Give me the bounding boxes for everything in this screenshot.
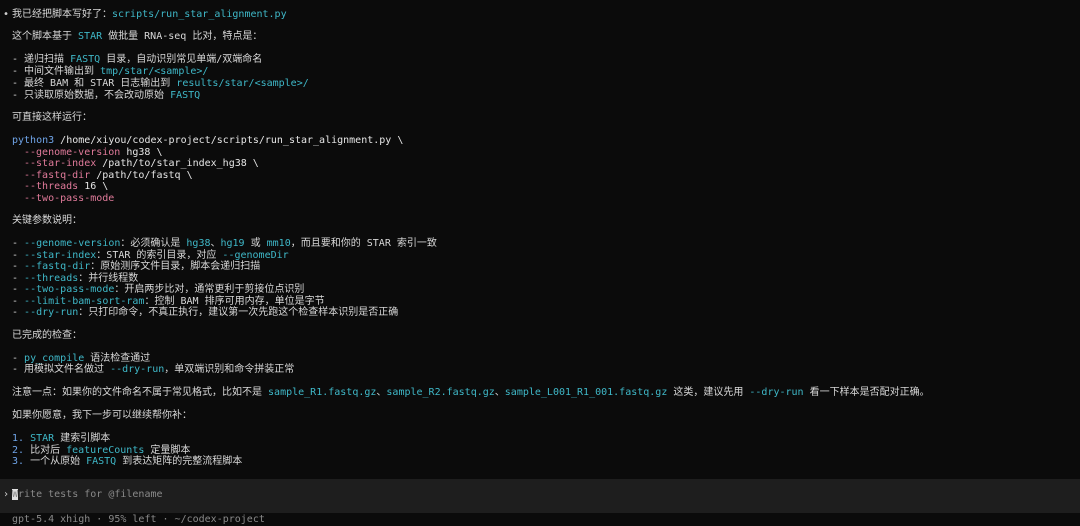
intro-line: 我已经把脚本写好了：scripts/run_star_alignment.py [12, 9, 287, 20]
param-item: - --two-pass-mode：开启两步比对，通常更利于剪接位点识别 [12, 284, 305, 295]
command-arg: --two-pass-mode [24, 193, 115, 204]
feature-3: - 最终 BAM 和 STAR 日志输出到 results/star/<samp… [12, 78, 309, 89]
feature-2: - 中间文件输出到 tmp/star/<sample>/ [12, 66, 209, 77]
checks-heading: 已完成的检查： [12, 330, 82, 341]
script-path: scripts/run_star_alignment.py [112, 9, 287, 20]
command-arg: --star-index /path/to/star_index_hg38 \ [24, 158, 259, 169]
param-item: - --threads：并行线程数 [12, 273, 139, 284]
composer-input[interactable]: › Write tests for @filename [0, 479, 1080, 513]
next-heading: 如果你愿意，我下一步可以继续帮你补： [12, 410, 192, 421]
param-item: - --fastq-dir：原始测序文件目录，脚本会递归扫描 [12, 261, 261, 272]
terminal-transcript: • 我已经把脚本写好了：scripts/run_star_alignment.p… [0, 0, 1080, 478]
param-item: - --star-index：STAR 的索引目录，对应 --genomeDir [12, 250, 289, 261]
command-line: python3 /home/xiyou/codex-project/script… [12, 135, 404, 146]
command-arg: --threads 16 \ [24, 181, 109, 192]
run-heading: 可直接这样运行： [12, 112, 92, 123]
command-arg: --genome-version hg38 \ [24, 147, 163, 158]
note-line: 注意一点：如果你的文件命名不属于常见格式，比如不是 sample_R1.fast… [12, 387, 930, 398]
next-item: 1. STAR 建索引脚本 [12, 433, 111, 444]
param-item: - --limit-bam-sort-ram：控制 BAM 排序可用内存，单位是… [12, 296, 325, 307]
next-item: 2. 比对后 featureCounts 定量脚本 [12, 445, 191, 456]
check-item: - 用模拟文件名做过 --dry-run，单双端识别和命令拼装正常 [12, 364, 295, 375]
check-item: - py_compile 语法检查通过 [12, 353, 151, 364]
prompt-chevron-icon: › [3, 489, 10, 500]
composer-placeholder[interactable]: Write tests for @filename [12, 489, 163, 501]
command-arg: --fastq-dir /path/to/fastq \ [24, 170, 193, 181]
param-item: - --dry-run：只打印命令，不真正执行，建议第一次先跑这个检查样本识别是… [12, 307, 399, 318]
message-bullet: • [3, 9, 10, 20]
feature-1: - 递归扫描 FASTQ 目录，自动识别常见单端/双端命名 [12, 54, 263, 65]
feature-4: - 只读取原始数据，不会改动原始 FASTQ [12, 90, 201, 101]
params-heading: 关键参数说明： [12, 215, 82, 226]
param-item: - --genome-version：必须确认是 hg38、hg19 或 mm1… [12, 238, 437, 249]
status-bar: gpt-5.4 xhigh · 95% left · ~/codex-proje… [12, 514, 265, 525]
desc-line: 这个脚本基于 STAR 做批量 RNA-seq 比对，特点是： [12, 31, 263, 42]
next-item: 3. 一个从原始 FASTQ 到表达矩阵的完整流程脚本 [12, 456, 243, 467]
